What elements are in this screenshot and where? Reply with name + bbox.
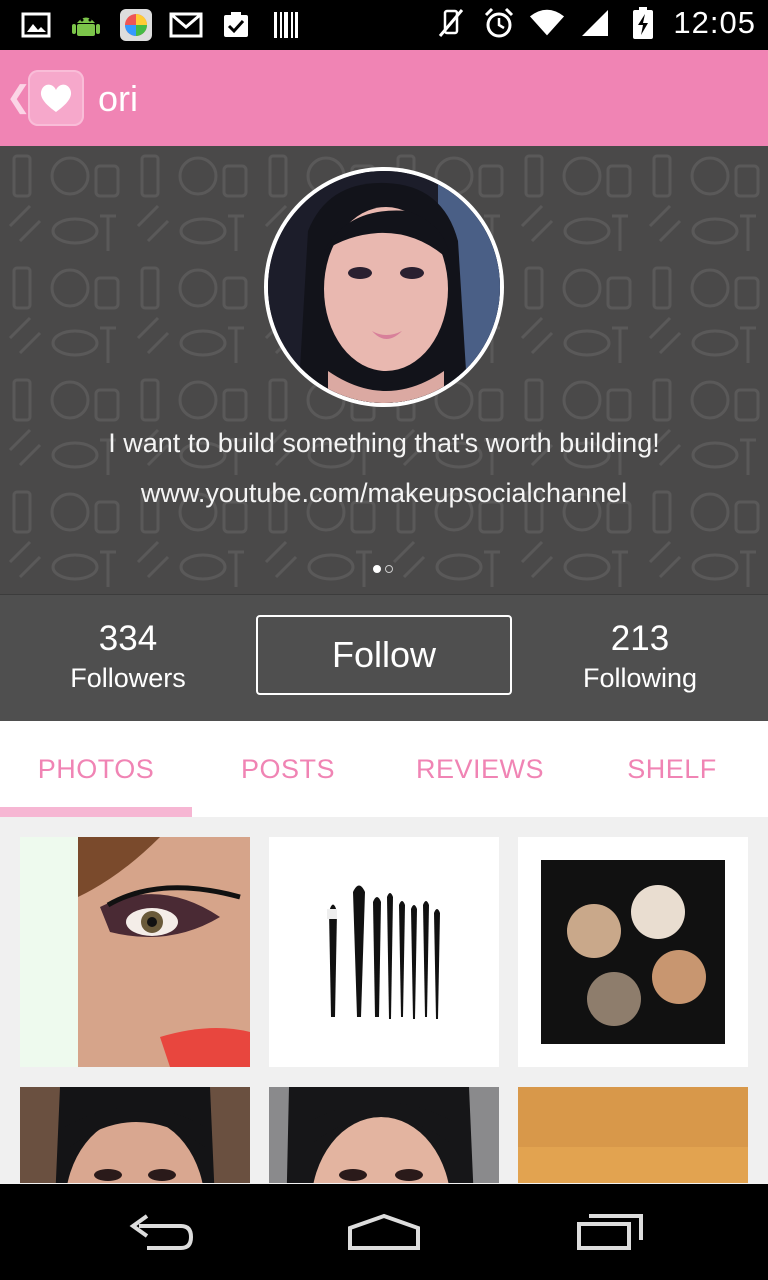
profile-bio: I want to build something that's worth b… — [108, 428, 660, 458]
home-nav-icon — [348, 1213, 420, 1250]
following-count: 213 — [610, 619, 670, 658]
back-nav-icon — [129, 1214, 194, 1250]
tab-reviews[interactable]: REVIEWS — [384, 721, 576, 817]
pager-dot-active — [373, 565, 381, 573]
status-clock: 12:05 — [673, 5, 756, 40]
heart-icon — [40, 84, 72, 112]
avatar-ring — [264, 167, 504, 407]
tab-posts[interactable]: POSTS — [192, 721, 384, 817]
tab-photos[interactable]: PHOTOS — [0, 721, 192, 817]
pager-indicator — [373, 565, 393, 573]
status-bar: 12:05 — [0, 0, 768, 50]
signal-icon — [577, 6, 613, 40]
profile-link[interactable]: www.youtube.com/makeupsocialchannel — [0, 478, 768, 509]
photo-thumbnail-selfie-1[interactable] — [20, 1087, 250, 1183]
profile-photo — [268, 171, 500, 403]
app-logo[interactable] — [28, 70, 84, 126]
photo-thumbnail-brushes[interactable] — [269, 837, 499, 1067]
alarm-icon — [481, 6, 517, 40]
recents-nav-icon — [577, 1214, 643, 1250]
task-icon — [218, 8, 254, 42]
system-navigation-bar — [0, 1184, 768, 1280]
tab-shelf[interactable]: SHELF — [576, 721, 768, 817]
tab-bar: PHOTOS POSTS REVIEWS SHELF — [0, 721, 768, 817]
photo-thumbnail-eyeshadow-palette[interactable] — [518, 837, 748, 1067]
avatar[interactable] — [268, 171, 500, 403]
vibrate-off-icon — [433, 6, 469, 40]
photo-grid — [0, 817, 768, 1183]
app-icon — [118, 8, 154, 42]
followers-label: Followers — [70, 663, 186, 693]
following-stat[interactable]: 213 Following — [530, 619, 750, 694]
notification-icons — [18, 8, 304, 42]
barcode-icon — [268, 8, 304, 42]
following-label: Following — [582, 663, 698, 693]
photo-thumbnail-selfie-2[interactable] — [269, 1087, 499, 1183]
home-nav-button[interactable] — [329, 1202, 439, 1262]
action-bar: ❮ ori — [0, 50, 768, 146]
followers-stat[interactable]: 334 Followers — [18, 619, 238, 694]
page-title: ori — [98, 78, 139, 119]
back-nav-button[interactable] — [105, 1202, 215, 1262]
profile-header[interactable]: I want to build something that's worth b… — [0, 146, 768, 594]
followers-count: 334 — [98, 619, 158, 658]
stats-bar: 334 Followers Follow 213 Following — [0, 594, 768, 721]
gmail-icon — [168, 8, 204, 42]
pager-dot — [385, 565, 393, 573]
recents-nav-button[interactable] — [556, 1202, 666, 1262]
wifi-icon — [529, 6, 565, 40]
photo-thumbnail-eye-makeup[interactable] — [20, 837, 250, 1067]
battery-charging-icon — [625, 6, 661, 40]
android-debug-icon — [68, 8, 104, 42]
follow-button[interactable]: Follow — [256, 615, 512, 695]
system-icons: 12:05 — [433, 5, 756, 41]
gallery-icon — [18, 8, 54, 42]
photo-thumbnail-texture[interactable] — [518, 1087, 748, 1183]
